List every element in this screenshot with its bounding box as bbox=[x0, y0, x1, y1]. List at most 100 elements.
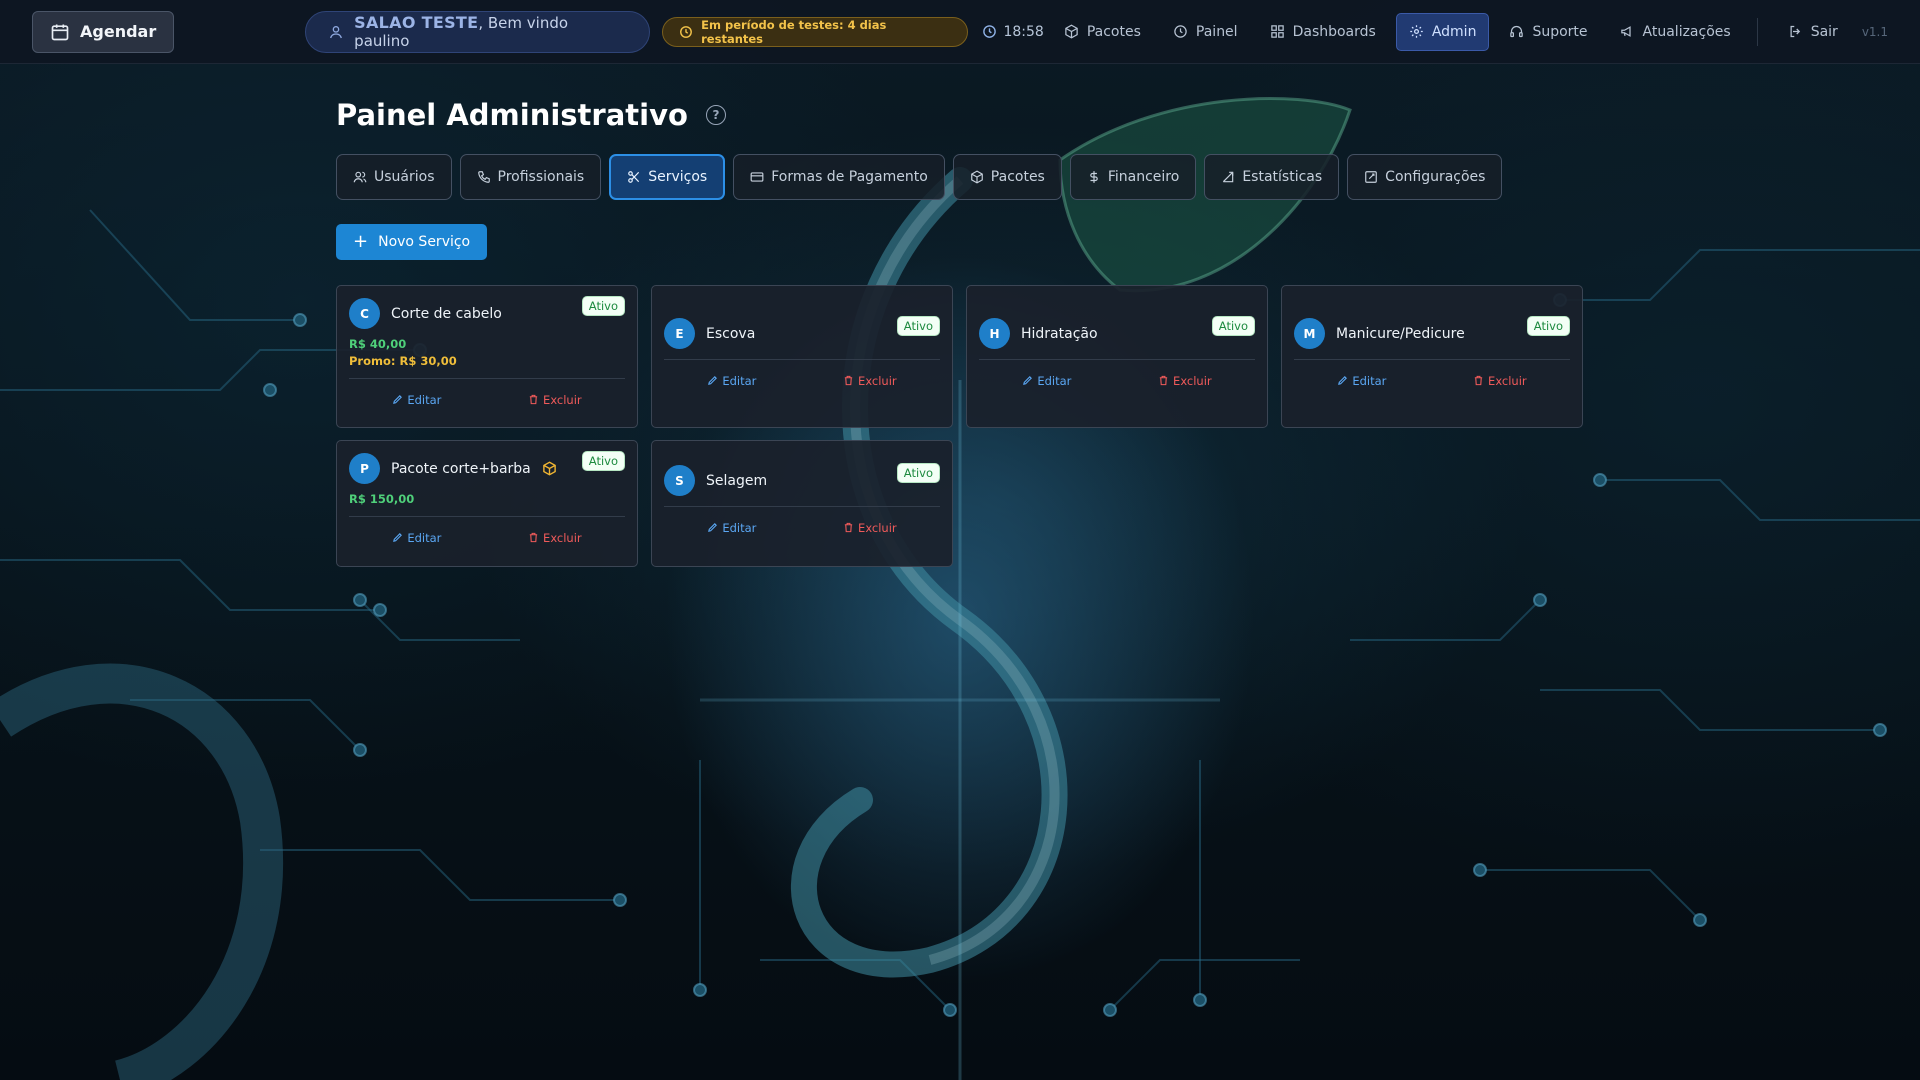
tab-pacotes[interactable]: Pacotes bbox=[952, 154, 1062, 200]
pencil-icon bbox=[708, 376, 718, 385]
nav-divider bbox=[1756, 17, 1758, 46]
scissors-icon bbox=[628, 171, 640, 183]
tab-formas-pagamento[interactable]: Formas de Pagamento bbox=[733, 154, 945, 200]
main-nav: Pacotes Painel Dashboards Admin Suporte … bbox=[1044, 12, 1888, 51]
trash-icon bbox=[1474, 375, 1483, 386]
service-promo-price: Promo: R$ 30,00 bbox=[349, 354, 457, 368]
status-badge: Ativo bbox=[581, 296, 625, 316]
logout-icon bbox=[1790, 25, 1800, 38]
nav-label: Painel bbox=[1195, 23, 1238, 40]
service-avatar: S bbox=[664, 465, 695, 496]
service-name: Pacote corte+barba bbox=[391, 460, 531, 477]
delete-button[interactable]: Excluir bbox=[1473, 374, 1527, 388]
logout-button[interactable]: Sair bbox=[1776, 13, 1850, 51]
tab-label: Configurações bbox=[1385, 169, 1486, 185]
tab-profissionais[interactable]: Profissionais bbox=[459, 154, 602, 200]
edit-label: Editar bbox=[407, 530, 442, 545]
users-icon bbox=[353, 171, 367, 183]
current-time: 18:58 bbox=[982, 24, 1044, 40]
clock-icon bbox=[680, 25, 693, 38]
trash-icon bbox=[529, 394, 538, 405]
delete-label: Excluir bbox=[543, 392, 582, 407]
delete-label: Excluir bbox=[1173, 373, 1212, 388]
version-label: v1.1 bbox=[1861, 24, 1888, 39]
user-welcome: SALAO TESTE, Bem vindo paulino bbox=[305, 10, 651, 53]
tab-usuarios[interactable]: Usuários bbox=[336, 154, 452, 200]
nav-label: Suporte bbox=[1532, 23, 1588, 40]
tab-servicos[interactable]: Serviços bbox=[609, 154, 726, 200]
user-icon bbox=[330, 25, 343, 38]
nav-admin[interactable]: Admin bbox=[1395, 12, 1490, 51]
delete-button[interactable]: Excluir bbox=[843, 374, 897, 388]
tab-estatisticas[interactable]: Estatísticas bbox=[1204, 154, 1340, 200]
edit-label: Editar bbox=[1037, 373, 1072, 388]
service-card: S Selagem Ativo Editar Excluir bbox=[651, 440, 953, 567]
edit-button[interactable]: Editar bbox=[707, 374, 756, 388]
tab-label: Serviços bbox=[648, 169, 708, 185]
service-avatar: E bbox=[664, 318, 695, 349]
grid-icon bbox=[1270, 25, 1284, 38]
help-icon[interactable]: ? bbox=[705, 105, 726, 125]
nav-label: Admin bbox=[1431, 23, 1477, 40]
delete-button[interactable]: Excluir bbox=[528, 393, 582, 407]
edit-button[interactable]: Editar bbox=[1337, 374, 1386, 388]
package-icon bbox=[1065, 24, 1078, 39]
headset-icon bbox=[1510, 25, 1524, 38]
tab-label: Pacotes bbox=[990, 169, 1045, 185]
service-avatar: M bbox=[1294, 318, 1325, 349]
top-navbar: Agendar SALAO TESTE, Bem vindo paulino E… bbox=[0, 0, 1920, 64]
trash-icon bbox=[1159, 375, 1168, 386]
logout-label: Sair bbox=[1810, 23, 1838, 40]
nav-dashboards[interactable]: Dashboards bbox=[1258, 13, 1388, 51]
edit-button[interactable]: Editar bbox=[1022, 374, 1071, 388]
clock-icon bbox=[1174, 25, 1187, 38]
megaphone-icon bbox=[1620, 26, 1631, 37]
tab-label: Formas de Pagamento bbox=[771, 169, 928, 185]
tab-label: Estatísticas bbox=[1242, 169, 1323, 185]
tab-label: Usuários bbox=[374, 169, 435, 185]
service-card: P Pacote corte+barba Ativo R$ 150,00 Edi… bbox=[336, 440, 638, 567]
dollar-icon bbox=[1090, 171, 1098, 183]
trash-icon bbox=[844, 375, 853, 386]
clock-icon bbox=[983, 25, 997, 38]
service-card: E Escova Ativo Editar Excluir bbox=[651, 285, 953, 428]
delete-button[interactable]: Excluir bbox=[843, 521, 897, 535]
pencil-icon bbox=[393, 533, 403, 542]
service-name: Hidratação bbox=[1021, 325, 1098, 342]
nav-painel[interactable]: Painel bbox=[1161, 13, 1250, 51]
edit-button[interactable]: Editar bbox=[392, 393, 441, 407]
services-grid: C Corte de cabelo Ativo R$ 40,00 Promo: … bbox=[336, 285, 1586, 575]
trash-icon bbox=[529, 532, 538, 543]
trial-badge: Em período de testes: 4 dias restantes bbox=[662, 16, 969, 47]
edit-button[interactable]: Editar bbox=[392, 531, 441, 545]
service-avatar: P bbox=[349, 453, 380, 484]
delete-button[interactable]: Excluir bbox=[1158, 374, 1212, 388]
nav-suporte[interactable]: Suporte bbox=[1497, 13, 1599, 51]
edit-icon bbox=[1365, 171, 1378, 183]
nav-pacotes[interactable]: Pacotes bbox=[1052, 13, 1153, 51]
edit-button[interactable]: Editar bbox=[707, 521, 756, 535]
nav-label: Dashboards bbox=[1292, 23, 1376, 40]
phone-icon bbox=[477, 171, 490, 183]
tab-configuracoes[interactable]: Configurações bbox=[1347, 154, 1503, 200]
package-icon bbox=[542, 461, 556, 476]
status-badge: Ativo bbox=[1526, 316, 1570, 336]
status-badge: Ativo bbox=[1211, 316, 1255, 336]
tab-financeiro[interactable]: Financeiro bbox=[1069, 154, 1197, 200]
calendar-icon bbox=[51, 24, 69, 40]
agendar-button[interactable]: Agendar bbox=[32, 10, 175, 53]
delete-button[interactable]: Excluir bbox=[528, 531, 582, 545]
nav-atualizacoes[interactable]: Atualizações bbox=[1608, 13, 1743, 51]
service-name: Corte de cabelo bbox=[391, 305, 502, 322]
delete-label: Excluir bbox=[543, 530, 582, 545]
status-badge: Ativo bbox=[896, 463, 940, 483]
status-badge: Ativo bbox=[896, 316, 940, 336]
pencil-icon bbox=[393, 395, 403, 404]
package-icon bbox=[970, 170, 983, 184]
new-service-button[interactable]: + Novo Serviço bbox=[336, 224, 488, 260]
agendar-label: Agendar bbox=[80, 22, 157, 41]
new-service-label: Novo Serviço bbox=[378, 234, 471, 250]
service-card: M Manicure/Pedicure Ativo Editar Excluir bbox=[1281, 285, 1583, 428]
service-card: C Corte de cabelo Ativo R$ 40,00 Promo: … bbox=[336, 285, 638, 428]
edit-label: Editar bbox=[1352, 373, 1387, 388]
